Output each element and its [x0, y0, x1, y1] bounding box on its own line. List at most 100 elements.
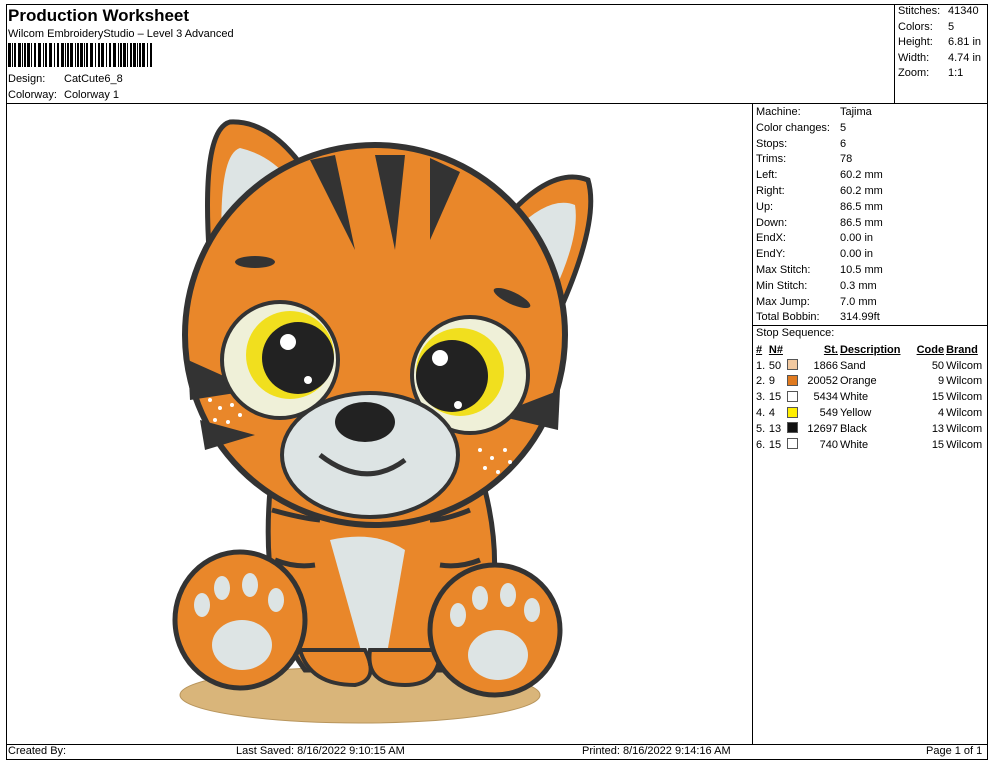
- seq-brand: Wilcom: [946, 422, 983, 435]
- seq-needle: 15: [768, 391, 782, 404]
- stop-sequence-table: # N# St. Description Code Brand 1. 50 1866…: [754, 342, 988, 453]
- design-value: CatCute6_8: [64, 73, 123, 85]
- seq-description: Black: [839, 422, 867, 435]
- seq-stitches: 740: [819, 438, 838, 451]
- color-swatch-icon: [787, 359, 799, 371]
- table-header-row: # N# St. Description Code Brand: [754, 342, 988, 358]
- stats-divider: [894, 4, 895, 103]
- info-row: Min Stitch: 0.3 mm: [756, 279, 877, 292]
- seq-needle: 9: [768, 375, 776, 388]
- col-needle: N#: [768, 343, 783, 356]
- table-row: 4. 4 549 Yellow 4 Wilcom: [754, 405, 988, 421]
- color-swatch-icon: [787, 406, 799, 418]
- machine-info-panel: Machine: Tajima Color changes: 5 Stops: 6 T…: [756, 106, 883, 327]
- color-swatch-icon: [787, 374, 799, 386]
- last-saved: Last Saved: 8/16/2022 9:10:15 AM: [236, 745, 405, 757]
- seq-code: 9: [937, 375, 945, 388]
- table-row: 3. 15 5434 White 15 Wilcom: [754, 389, 988, 405]
- design-preview-image: [172, 119, 594, 724]
- seq-code: 50: [931, 359, 945, 372]
- color-swatch-icon: [787, 438, 799, 450]
- seq-index: 3.: [756, 391, 766, 404]
- page-number: Page 1 of 1: [926, 745, 983, 757]
- info-row: Right: 60.2 mm: [756, 184, 883, 197]
- table-row: 1. 50 1866 Sand 50 Wilcom: [754, 358, 988, 374]
- colorway-label: Colorway:: [8, 89, 57, 101]
- seq-swatch: [785, 358, 800, 374]
- design-row: Design: CatCute6_8: [8, 73, 123, 85]
- seq-brand: Wilcom: [946, 359, 983, 372]
- header-divider: [6, 103, 987, 104]
- stats-row: Stitches: 41340: [898, 5, 979, 17]
- info-row: Stops: 6: [756, 137, 847, 150]
- stats-row: Colors: 5: [898, 20, 955, 33]
- seq-swatch: [785, 437, 800, 453]
- info-row: Max Stitch: 10.5 mm: [756, 263, 883, 276]
- info-row: Trims: 78: [756, 153, 853, 166]
- seq-needle: 13: [768, 422, 782, 435]
- col-stitches: St.: [823, 343, 838, 356]
- seq-swatch: [785, 405, 800, 421]
- seq-swatch: [785, 374, 800, 390]
- seq-stitches: 549: [819, 407, 838, 420]
- info-row: Down: 86.5 mm: [756, 216, 883, 229]
- barcode-icon: [8, 43, 152, 67]
- design-label: Design:: [8, 73, 46, 85]
- color-swatch-icon: [787, 422, 799, 434]
- info-row: Total Bobbin: 314.99ft: [756, 311, 880, 324]
- stats-row: Zoom: 1:1: [898, 67, 964, 80]
- seq-description: White: [839, 391, 869, 404]
- seq-swatch: [785, 389, 800, 405]
- seq-index: 2.: [756, 375, 766, 388]
- col-code: Code: [916, 343, 945, 356]
- seq-swatch: [785, 421, 800, 437]
- col-index: #: [756, 343, 763, 356]
- info-row: Up: 86.5 mm: [756, 200, 883, 213]
- seq-description: Sand: [839, 359, 866, 372]
- seq-brand: Wilcom: [946, 407, 983, 420]
- info-row: EndX: 0.00 in: [756, 232, 874, 245]
- col-description: Description: [839, 343, 901, 356]
- footer-divider: [6, 744, 987, 745]
- seq-description: White: [839, 438, 869, 451]
- color-swatch-icon: [787, 390, 799, 402]
- worksheet-title: Production Worksheet: [8, 6, 190, 25]
- seq-stitches: 5434: [813, 391, 838, 404]
- seq-stitches: 12697: [807, 422, 838, 435]
- seq-needle: 4: [768, 407, 776, 420]
- seq-index: 6.: [756, 438, 766, 451]
- colorway-row: Colorway: Colorway 1: [8, 89, 119, 101]
- seq-description: Yellow: [839, 407, 872, 420]
- stop-sequence-title: Stop Sequence:: [756, 327, 835, 339]
- seq-code: 4: [937, 407, 945, 420]
- seq-brand: Wilcom: [946, 438, 983, 451]
- seq-index: 5.: [756, 422, 766, 435]
- created-by: Created By:: [8, 745, 67, 757]
- col-brand: Brand: [946, 343, 978, 356]
- stats-row: Height: 6.81 in: [898, 36, 982, 49]
- seq-code: 15: [931, 391, 945, 404]
- frame-bottom-border: [6, 759, 987, 760]
- table-row: 6. 15 740 White 15 Wilcom: [754, 437, 988, 453]
- seq-stitches: 20052: [807, 375, 838, 388]
- seq-brand: Wilcom: [946, 391, 983, 404]
- col-swatch: [785, 342, 800, 358]
- seq-stitches: 1866: [813, 359, 838, 372]
- table-row: 5. 13 12697 Black 13 Wilcom: [754, 421, 988, 437]
- printed-date: Printed: 8/16/2022 9:14:16 AM: [582, 745, 731, 757]
- seq-code: 15: [931, 438, 945, 451]
- info-row: Color changes: 5: [756, 121, 847, 134]
- table-row: 2. 9 20052 Orange 9 Wilcom: [754, 374, 988, 390]
- colorway-value: Colorway 1: [64, 89, 120, 101]
- frame-top-border: [6, 4, 987, 5]
- info-row: Machine: Tajima: [756, 106, 872, 118]
- stats-panel: Stitches: 41340 Colors: 5 Height: 6.81 in W…: [898, 5, 981, 83]
- info-row: EndY: 0.00 in: [756, 248, 874, 261]
- info-row: Left: 60.2 mm: [756, 169, 883, 182]
- seq-needle: 50: [768, 359, 782, 372]
- frame-left-border: [6, 4, 7, 760]
- seq-code: 13: [931, 422, 945, 435]
- info-row: Max Jump: 7.0 mm: [756, 295, 877, 308]
- seq-brand: Wilcom: [946, 375, 983, 388]
- seq-needle: 15: [768, 438, 782, 451]
